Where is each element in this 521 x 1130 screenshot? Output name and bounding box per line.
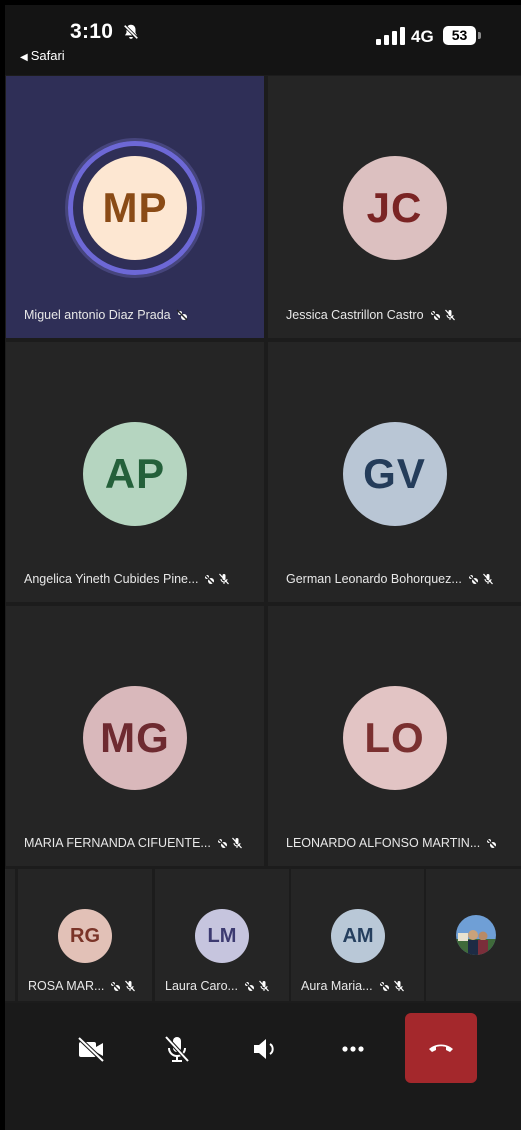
- camera-off-badge-icon: [243, 980, 255, 992]
- speaker-button[interactable]: [231, 1015, 299, 1083]
- participant-tile[interactable]: JC Jessica Castrillon Castro: [268, 76, 521, 338]
- more-options-button[interactable]: [319, 1015, 387, 1083]
- camera-off-badge-icon: [176, 309, 188, 321]
- mic-off-icon: [164, 1035, 190, 1063]
- participant-name-label: LEONARDO ALFONSO MARTIN...: [286, 836, 481, 850]
- mic-muted-badge-icon: [259, 980, 269, 992]
- profile-photo: [456, 915, 496, 955]
- mic-muted-badge-icon: [444, 309, 455, 321]
- avatar: GV: [342, 422, 447, 526]
- participant-name: German Leonardo Bohorquez...: [286, 572, 494, 586]
- network-type: 4G: [411, 27, 434, 46]
- camera-toggle-button[interactable]: [57, 1015, 125, 1083]
- participant-name-label: Angelica Yineth Cubides Pine...: [24, 572, 199, 586]
- mic-muted-badge-icon: [482, 573, 493, 585]
- avatar: MG: [83, 686, 187, 790]
- participant-tile[interactable]: MP Miguel antonio Diaz Prada: [6, 76, 264, 338]
- call-controls: [5, 1003, 521, 1130]
- hang-up-icon: [429, 1044, 453, 1052]
- status-time: 3:10: [70, 20, 114, 43]
- avatar: JC: [342, 156, 447, 260]
- mic-muted-badge-icon: [219, 573, 230, 585]
- avatar: LM: [195, 909, 249, 963]
- camera-off-badge-icon: [216, 837, 228, 849]
- participant-thumbnail[interactable]: AM Aura Maria...: [291, 869, 424, 1001]
- participant-name-label: Aura Maria...: [301, 979, 373, 993]
- profile-photo-image: [456, 915, 496, 955]
- participant-tile[interactable]: LO LEONARDO ALFONSO MARTIN...: [268, 606, 521, 866]
- teams-meeting-screen: 3:10 ◀ Safari 4G 53 MP Miguel antonio Diaz…: [5, 5, 521, 1130]
- avatar: LO: [342, 686, 447, 790]
- camera-off-badge-icon: [203, 573, 215, 585]
- participant-name: Aura Maria...: [301, 979, 405, 993]
- avatar: RG: [58, 909, 112, 963]
- participant-thumbnail[interactable]: RG ROSA MAR...: [18, 869, 152, 1001]
- participant-thumbnail-partial[interactable]: [5, 869, 15, 1001]
- mic-muted-badge-icon: [231, 837, 242, 849]
- mic-muted-badge-icon: [125, 980, 136, 992]
- participant-name-label: Jessica Castrillon Castro: [286, 308, 424, 322]
- participant-name: LEONARDO ALFONSO MARTIN...: [286, 836, 497, 850]
- participant-name: ROSA MAR...: [28, 979, 136, 993]
- avatar: AM: [331, 909, 385, 963]
- avatar: MP: [83, 156, 187, 260]
- camera-off-badge-icon: [429, 309, 441, 321]
- camera-off-badge-icon: [485, 837, 497, 849]
- avatar: AP: [83, 422, 187, 526]
- participant-name-label: ROSA MAR...: [28, 979, 105, 993]
- mic-toggle-button[interactable]: [143, 1015, 211, 1083]
- camera-off-icon: [77, 1036, 105, 1063]
- participant-name: MARIA FERNANDA CIFUENTE...: [24, 836, 243, 850]
- participant-name-label: German Leonardo Bohorquez...: [286, 572, 462, 586]
- hang-up-button[interactable]: [405, 1013, 477, 1083]
- participant-thumbnail[interactable]: [426, 869, 521, 1001]
- participant-name: Angelica Yineth Cubides Pine...: [24, 572, 230, 586]
- back-label: Safari: [30, 48, 65, 63]
- signal-strength-icon: [376, 27, 405, 45]
- battery-icon: 53: [443, 26, 476, 45]
- participant-thumbnail[interactable]: LM Laura Caro...: [155, 869, 289, 1001]
- participant-name: Miguel antonio Diaz Prada: [24, 308, 188, 322]
- participant-name-label: Laura Caro...: [165, 979, 238, 993]
- speaker-icon: [254, 1039, 274, 1059]
- participant-tile[interactable]: AP Angelica Yineth Cubides Pine...: [6, 342, 264, 602]
- battery-nub: [478, 32, 481, 39]
- camera-off-badge-icon: [378, 980, 390, 992]
- silent-bell-icon: [123, 24, 139, 40]
- camera-off-badge-icon: [467, 573, 479, 585]
- participant-name-label: MARIA FERNANDA CIFUENTE...: [24, 836, 211, 850]
- mic-muted-badge-icon: [393, 980, 404, 992]
- participant-name-label: Miguel antonio Diaz Prada: [24, 308, 171, 322]
- battery-level: 53: [451, 27, 468, 43]
- participant-name: Laura Caro...: [165, 979, 270, 993]
- participant-name: Jessica Castrillon Castro: [286, 308, 456, 322]
- more-icon: [342, 1046, 364, 1052]
- status-bar: 3:10 ◀ Safari 4G 53: [5, 5, 521, 75]
- participant-tile[interactable]: GV German Leonardo Bohorquez...: [268, 342, 521, 602]
- camera-off-badge-icon: [109, 980, 121, 992]
- participant-tile[interactable]: MG MARIA FERNANDA CIFUENTE...: [6, 606, 264, 866]
- back-to-safari-link[interactable]: ◀ Safari: [20, 48, 65, 63]
- back-arrow-icon: ◀: [20, 52, 28, 63]
